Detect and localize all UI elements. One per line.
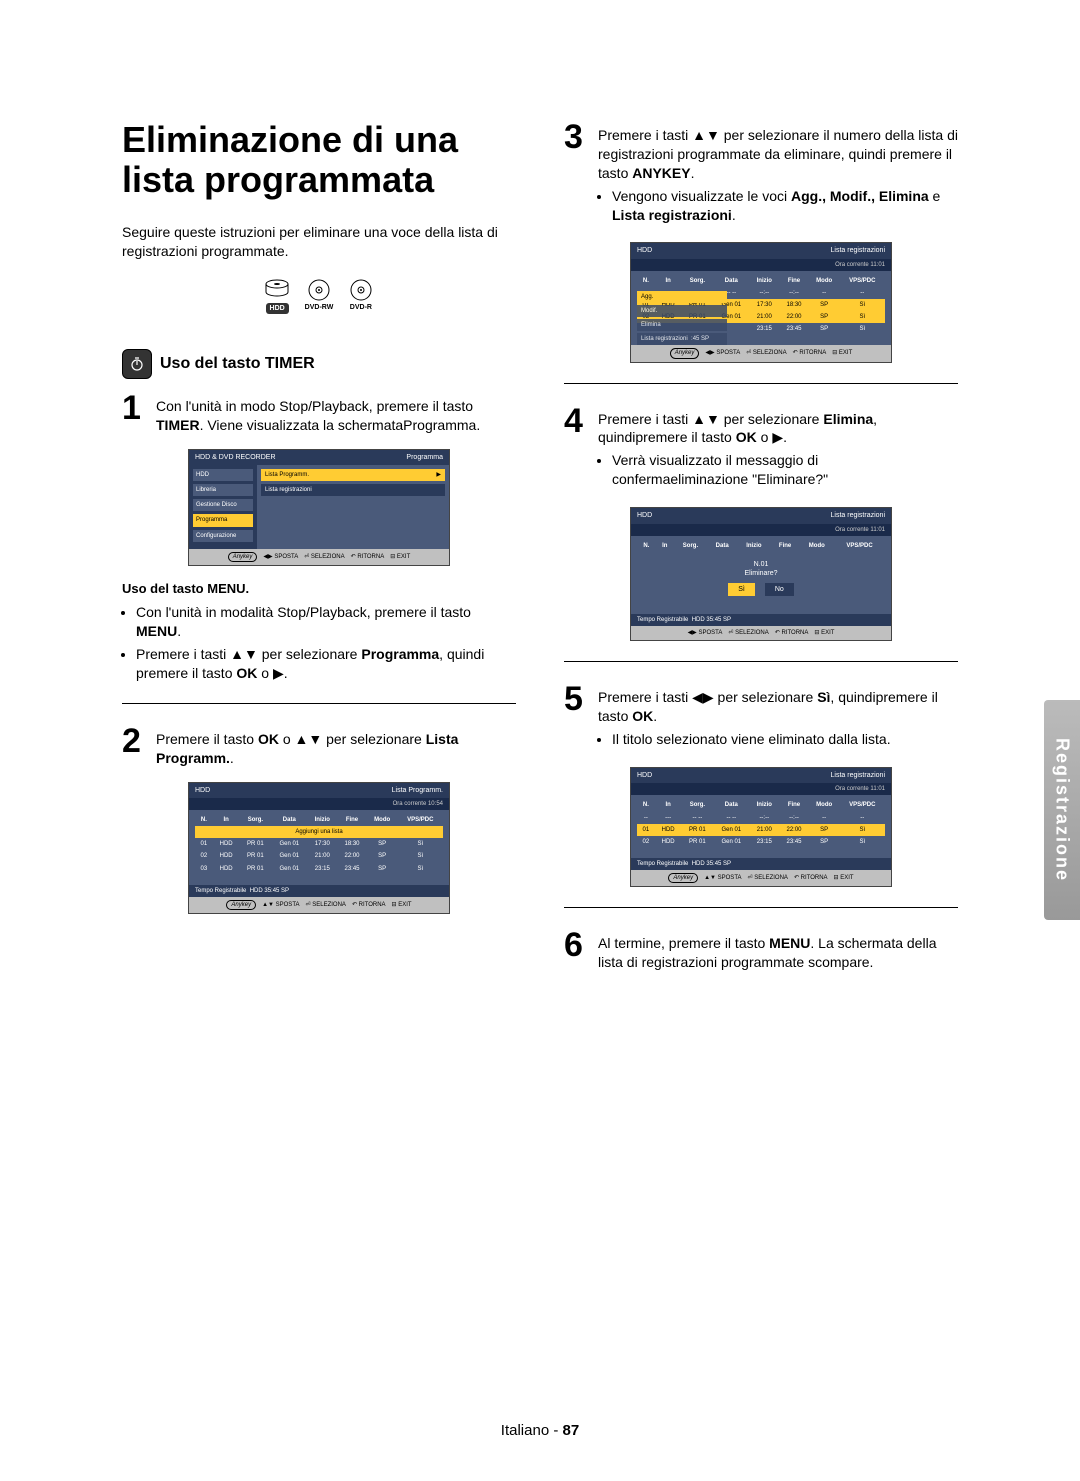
step-4: 4 Premere i tasti ▲▼ per selezionare Eli… [564,404,958,494]
step-number: 4 [564,404,588,494]
step-number: 6 [564,928,588,972]
step-number: 3 [564,120,588,228]
step-3: 3 Premere i tasti ▲▼ per selezionare il … [564,120,958,228]
right-column: 3 Premere i tasti ▲▼ per selezionare il … [564,120,958,1401]
step-6: 6 Al termine, premere il tasto MENU. La … [564,928,958,972]
dvdrw-icon: DVD-RW [302,279,336,319]
content-columns: Eliminazione di una lista programmata Se… [122,120,958,1401]
separator [564,661,958,662]
step-text: Premere i tasti ▲▼ per selezionare Elimi… [598,404,958,494]
side-tab-registrazione: Registrazione [1044,700,1080,920]
menu-bullets: Con l'unità in modalità Stop/Playback, p… [122,603,516,683]
dvdr-icon: DVD-R [344,279,378,319]
confirm-yes: Sì [728,583,755,596]
confirm-no: No [765,583,794,596]
hdd-icon: HDD [260,279,294,319]
separator [122,703,516,704]
subsection-menu-title: Uso del tasto MENU. [122,580,516,598]
anykey-icon: Anykey [668,873,698,883]
step-text: Premere i tasti ◀▶ per selezionare Sì, q… [598,682,958,753]
separator [564,383,958,384]
section-timer-title: Uso del tasto TIMER [160,353,315,375]
osd-table: N.InSorg.DataInizioFineModoVPS/PDC Aggiu… [195,814,443,874]
step-text: Premere il tasto OK o ▲▼ per selezionare… [156,724,516,768]
intro-text: Seguire queste istruzioni per eliminare … [122,223,516,261]
step-number: 1 [122,391,146,435]
timer-icon [122,349,152,379]
anykey-icon: Anykey [670,348,700,358]
step-number: 2 [122,724,146,768]
step-1: 1 Con l'unità in modo Stop/Playback, pre… [122,391,516,435]
step-text: Al termine, premere il tasto MENU. La sc… [598,928,958,972]
left-column: Eliminazione di una lista programmata Se… [122,120,516,1401]
step-number: 5 [564,682,588,753]
separator [564,907,958,908]
osd-screenshot-result: HDDLista registrazioni Ora corrente 11:0… [630,767,892,887]
step-2: 2 Premere il tasto OK o ▲▼ per seleziona… [122,724,516,768]
manual-page: Registrazione Eliminazione di una lista … [0,0,1080,1481]
osd-screenshot-popup-menu: HDDLista registrazioni Ora corrente 11:0… [630,242,892,362]
osd-screenshot-programma: HDD & DVD RECORDERProgramma HDD Libreria… [188,449,450,566]
section-timer-head: Uso del tasto TIMER [122,349,516,379]
step-5: 5 Premere i tasti ◀▶ per selezionare Sì,… [564,682,958,753]
osd-screenshot-confirm: HDDLista registrazioni Ora corrente 11:0… [630,507,892,641]
anykey-icon: Anykey [226,900,256,910]
disc-icons-row: HDD DVD-RW DVD-R [122,279,516,319]
osd-screenshot-lista-programm: HDDLista Programm. Ora corrente 10:54 N.… [188,782,450,914]
step-text: Premere i tasti ▲▼ per selezionare il nu… [598,120,958,228]
page-title: Eliminazione di una lista programmata [122,120,516,199]
page-footer: Italiano - 87 [0,1422,1080,1439]
anykey-icon: Anykey [228,552,258,562]
step-text: Con l'unità in modo Stop/Playback, preme… [156,391,516,435]
osd-headers: N.InSorg.DataInizioFineModoVPS/PDC [195,814,443,826]
